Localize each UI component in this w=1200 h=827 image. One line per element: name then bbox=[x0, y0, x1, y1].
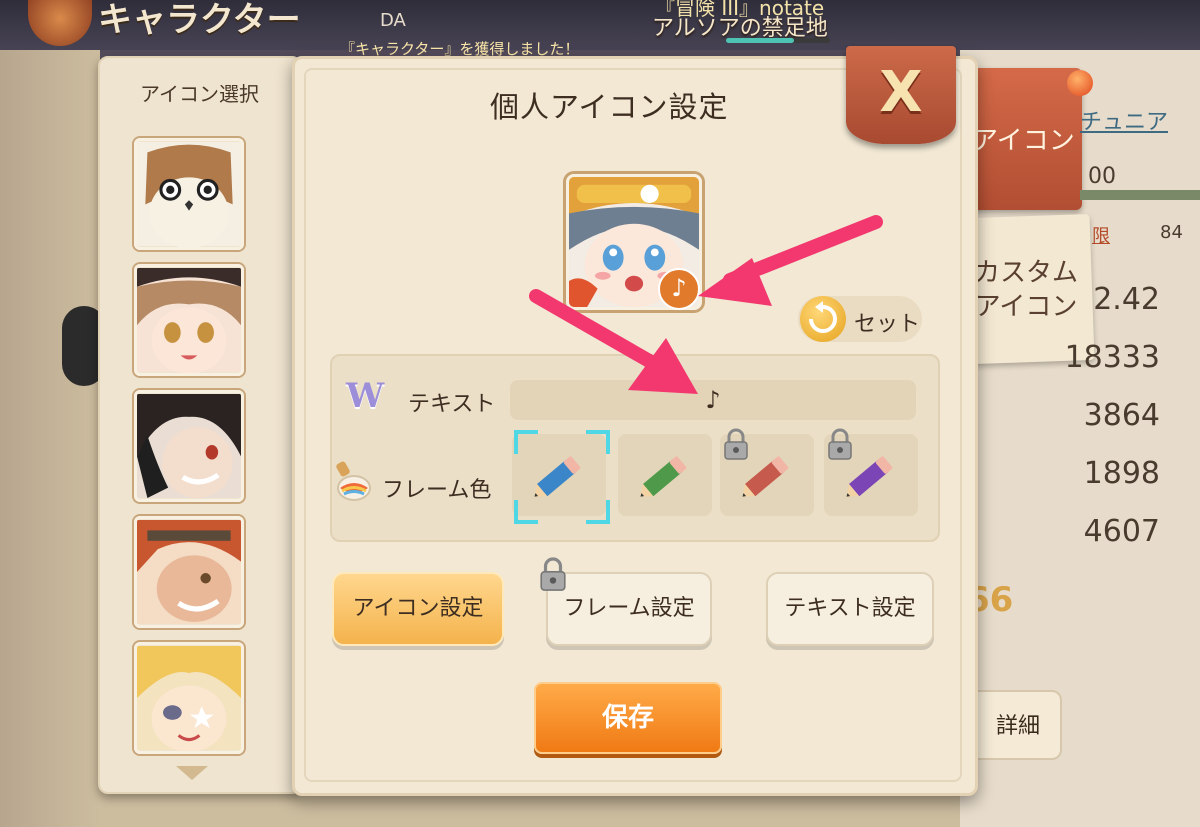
stat-bar bbox=[1080, 190, 1200, 200]
text-label: テキスト bbox=[408, 392, 496, 417]
player-name: DA bbox=[380, 10, 406, 31]
lock-icon bbox=[828, 428, 852, 460]
blonde-character-icon[interactable] bbox=[134, 642, 244, 754]
reset-label: セット bbox=[854, 312, 921, 337]
background-left-area bbox=[0, 50, 100, 827]
stat-small-00: 00 bbox=[1088, 164, 1116, 189]
red-hair-man-icon[interactable] bbox=[134, 516, 244, 628]
stat-value-0: 2.42 bbox=[1093, 282, 1160, 317]
scroll-down-icon[interactable] bbox=[176, 766, 208, 780]
frame-setting-tab[interactable]: フレーム設定 bbox=[546, 572, 712, 646]
close-icon: X bbox=[879, 60, 923, 125]
character-link[interactable]: チュニア bbox=[1080, 104, 1168, 136]
tab-icon-label: アイコン bbox=[972, 126, 1075, 156]
location-progress-bar bbox=[726, 38, 830, 43]
dark-hair-man-icon[interactable] bbox=[134, 390, 244, 502]
frame-color-green[interactable] bbox=[618, 434, 712, 516]
selection-corner-br bbox=[586, 500, 610, 524]
stat-value-3: 1898 bbox=[1083, 456, 1160, 491]
stat-value-1: 18333 bbox=[1064, 340, 1160, 375]
tab-custom-line1: カスタム bbox=[973, 258, 1078, 288]
selection-corner-tr bbox=[586, 430, 610, 454]
tab-custom-icon-label: カスタム アイコン bbox=[966, 256, 1086, 324]
selection-corner-bl bbox=[514, 500, 538, 524]
close-button[interactable]: X bbox=[846, 46, 956, 144]
stat-small-84: 84 bbox=[1160, 222, 1183, 243]
lock-icon bbox=[724, 428, 748, 460]
screen-title: キャラクター bbox=[98, 0, 301, 40]
annotation-arrow-icon bbox=[529, 289, 698, 394]
notification-dot-icon bbox=[1067, 70, 1093, 96]
icon-setting-tab[interactable]: アイコン設定 bbox=[332, 572, 504, 646]
selection-corner-tl bbox=[514, 430, 538, 454]
detail-button[interactable]: 詳細 bbox=[966, 690, 1062, 760]
annotation-arrow-icon bbox=[698, 215, 883, 306]
stat-value-2: 3864 bbox=[1083, 398, 1160, 433]
limit-link[interactable]: 限 bbox=[1092, 222, 1110, 248]
lock-icon bbox=[540, 557, 566, 591]
frame-color-label: フレーム色 bbox=[382, 478, 492, 503]
text-w-icon: W bbox=[346, 376, 385, 416]
icon-selection-title: アイコン選択 bbox=[140, 82, 259, 106]
text-setting-tab[interactable]: テキスト設定 bbox=[766, 572, 934, 646]
brown-hair-girl-icon[interactable] bbox=[134, 264, 244, 376]
save-button[interactable]: 保存 bbox=[534, 682, 722, 754]
stat-value-4: 4607 bbox=[1083, 514, 1160, 549]
paint-bottle-icon bbox=[334, 458, 374, 502]
dialog-title: 個人アイコン設定 bbox=[490, 90, 729, 124]
raccoon-icon[interactable] bbox=[134, 138, 244, 250]
tab-custom-line2: アイコン bbox=[974, 292, 1078, 322]
